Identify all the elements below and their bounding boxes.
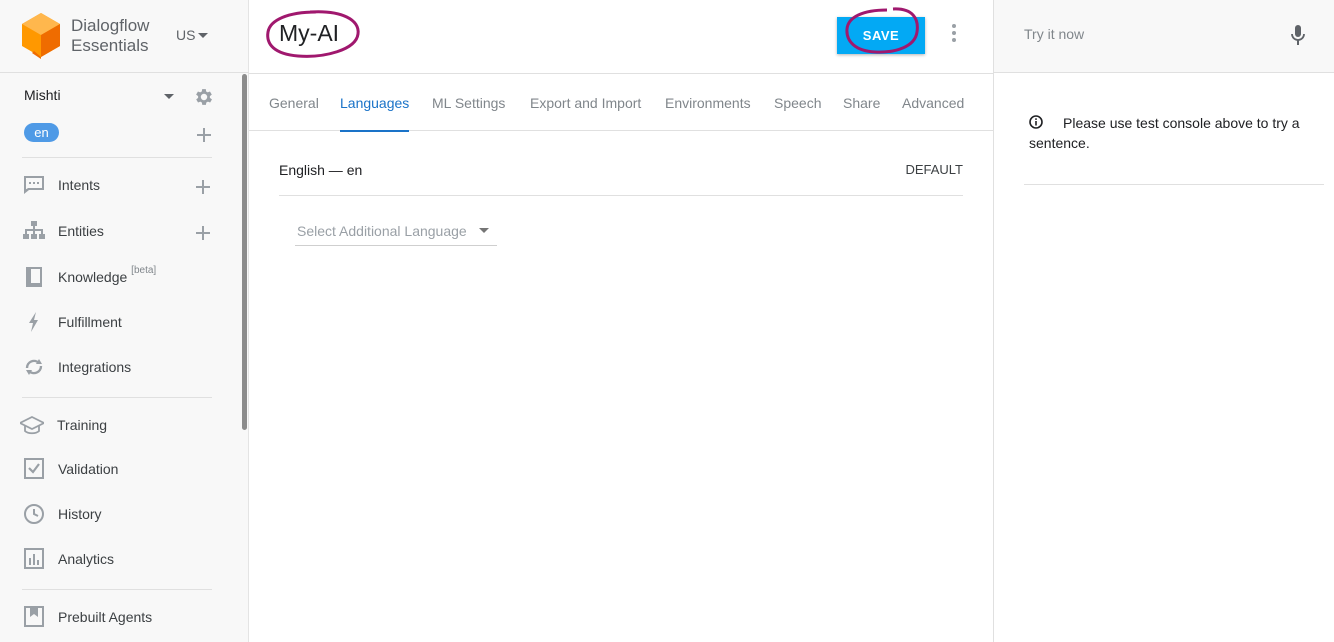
tab-speech[interactable]: Speech: [774, 95, 821, 111]
sidebar-item-label: Analytics: [58, 551, 115, 567]
sidebar-item-label: Fulfillment: [58, 314, 122, 330]
tab-environments[interactable]: Environments: [665, 95, 751, 111]
sidebar-scrollbar[interactable]: [242, 74, 247, 430]
sidebar-item-training[interactable]: Training: [0, 407, 240, 443]
bar-chart-icon: [24, 548, 44, 569]
logo-area: Dialogflow Essentials US: [0, 0, 249, 73]
checkbox-icon: [24, 458, 44, 479]
console-info-message: Please use test console above to try a s…: [1024, 113, 1324, 185]
sidebar-item-validation[interactable]: Validation: [0, 451, 240, 487]
sidebar-item-analytics[interactable]: Analytics: [0, 541, 240, 577]
test-console: Please use test console above to try a s…: [993, 0, 1334, 642]
additional-language-select[interactable]: Select Additional Language: [295, 218, 497, 246]
tab-advanced[interactable]: Advanced: [902, 95, 964, 111]
add-entity-plus-icon[interactable]: [196, 226, 210, 240]
sidebar-item-label: Integrations: [58, 359, 132, 375]
sidebar-divider: [22, 397, 212, 398]
sidebar-divider: [22, 589, 212, 590]
beta-badge: [beta]: [131, 265, 157, 276]
active-tab-indicator: [340, 130, 409, 132]
bookmark-box-icon: [24, 606, 44, 627]
chevron-down-icon: [198, 32, 209, 38]
sidebar-item-entities[interactable]: Entities: [0, 213, 240, 249]
sidebar-item-label: Training: [57, 417, 108, 433]
clock-icon: [24, 504, 44, 524]
brand-line-2: Essentials: [71, 36, 149, 55]
sidebar-item-intents[interactable]: Intents: [0, 167, 240, 203]
dialogflow-logo-icon: [22, 13, 60, 59]
language-chip[interactable]: en: [24, 123, 59, 142]
sidebar-item-knowledge[interactable]: Knowledge [beta]: [0, 259, 240, 295]
sidebar-divider: [22, 157, 212, 158]
sidebar-item-fulfillment[interactable]: Fulfillment: [0, 304, 240, 340]
sidebar-item-label: Entities: [58, 223, 104, 239]
lightning-icon: [29, 312, 38, 332]
add-intent-plus-icon[interactable]: [196, 180, 210, 194]
agent-name: Mishti: [24, 87, 61, 103]
select-placeholder: Select Additional Language: [297, 223, 467, 239]
tab-ml-settings[interactable]: ML Settings: [432, 95, 505, 111]
tab-share[interactable]: Share: [843, 95, 880, 111]
sidebar-item-label: Validation: [58, 461, 119, 477]
tab-general[interactable]: General: [269, 95, 319, 111]
sidebar: Dialogflow Essentials US Mishti en Inten…: [0, 0, 249, 642]
tab-languages[interactable]: Languages: [340, 95, 409, 111]
sidebar-item-label: History: [58, 506, 102, 522]
sidebar-item-integrations[interactable]: Integrations: [0, 349, 240, 385]
try-it-input[interactable]: [1024, 26, 1274, 42]
sidebar-item-label: Knowledge [beta]: [58, 265, 156, 285]
region-selector[interactable]: US: [176, 27, 209, 43]
more-vert-icon[interactable]: [949, 24, 959, 46]
sitemap-icon: [23, 221, 45, 239]
title-annotation-circle: [266, 10, 360, 58]
graduation-cap-icon: [20, 415, 44, 435]
try-it-bar: [994, 0, 1334, 73]
sidebar-item-prebuilt-agents[interactable]: Prebuilt Agents: [0, 599, 240, 635]
region-label: US: [176, 27, 196, 43]
agent-selector[interactable]: Mishti: [24, 86, 224, 106]
default-tag: DEFAULT: [905, 162, 963, 177]
chat-icon: [24, 176, 44, 194]
console-message-text: Please use test console above to try a s…: [1029, 115, 1300, 151]
sync-icon: [25, 359, 43, 375]
language-row: English — en DEFAULT: [279, 150, 963, 196]
sidebar-item-label: Prebuilt Agents: [58, 609, 153, 625]
primary-language: English — en: [279, 162, 363, 178]
main-content: My-AI SAVE General Languages ML Settings…: [249, 0, 993, 642]
save-button[interactable]: SAVE: [837, 17, 925, 54]
knowledge-label: Knowledge: [58, 269, 128, 285]
add-language-plus-icon[interactable]: [197, 128, 211, 142]
chevron-down-icon: [479, 228, 489, 233]
settings-tabs: General Languages ML Settings Export and…: [249, 73, 993, 132]
book-icon: [26, 267, 42, 287]
brand-line-1: Dialogflow: [71, 16, 150, 35]
sidebar-item-label: Intents: [58, 177, 101, 193]
brand-name: Dialogflow Essentials: [71, 16, 149, 56]
agent-dropdown-icon[interactable]: [164, 94, 174, 99]
sidebar-item-history[interactable]: History: [0, 496, 240, 532]
microphone-icon[interactable]: [1290, 24, 1306, 46]
gear-icon[interactable]: [193, 86, 215, 108]
tab-export-and-import[interactable]: Export and Import: [530, 95, 641, 111]
